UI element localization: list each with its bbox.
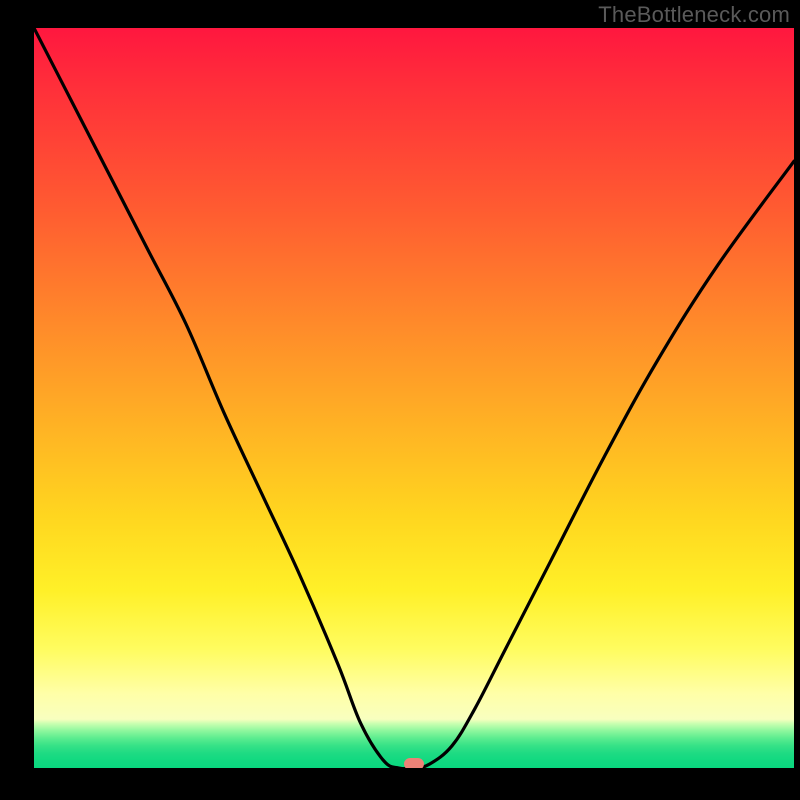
bottleneck-curve: [34, 28, 794, 768]
chart-frame: TheBottleneck.com: [0, 0, 800, 800]
plot-area: [34, 28, 794, 768]
optimal-marker: [404, 758, 424, 768]
watermark-label: TheBottleneck.com: [598, 2, 790, 28]
